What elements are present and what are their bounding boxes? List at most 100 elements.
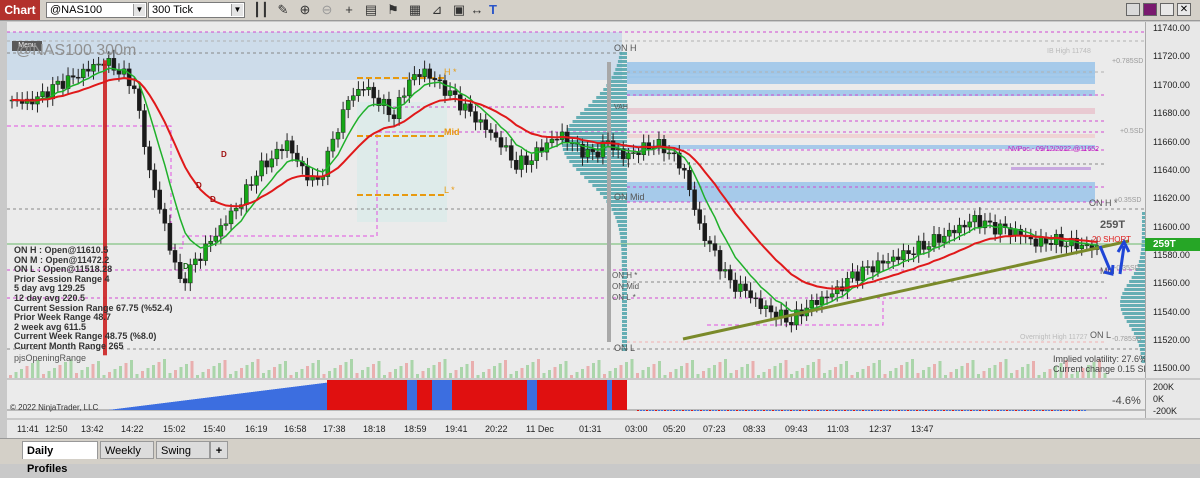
delta-bar [319,384,321,411]
delta-bar [769,410,771,411]
delta-bar [1066,410,1068,411]
tab-swing[interactable]: Swing [156,441,210,459]
zoom-in-icon[interactable]: ⊕ [297,2,313,18]
volume-bar [625,362,628,378]
volume-profile-bar [1127,284,1145,287]
candle-body [723,270,727,272]
delta-indicator-panel[interactable] [7,380,1145,418]
close-icon[interactable]: ✕ [1177,3,1191,16]
minimize-button[interactable] [1126,3,1140,16]
delta-bar [255,392,257,411]
chevron-down-icon[interactable]: ▼ [231,4,243,16]
candle-body [703,223,707,240]
delta-bar [237,394,239,410]
price-chart[interactable] [7,22,1145,378]
candle-body [932,234,936,246]
delta-bar [227,395,229,410]
price-chart-canvas[interactable] [7,22,1145,378]
delta-bar [537,380,607,410]
delta-bar [658,410,660,411]
delta-bar [847,410,849,411]
candle-body [937,234,941,242]
candle-body [468,104,472,112]
volume-bar [1021,367,1024,378]
candle-body [667,153,671,154]
volume-bar [202,372,205,378]
delta-bar [934,410,936,411]
grid-icon[interactable]: ▣ [451,2,467,18]
strategy-icon[interactable]: ⚑ [385,2,401,18]
interval-selector[interactable]: 300 Tick ▼ [148,2,245,18]
candle-body [209,241,213,244]
delta-bar [259,391,261,410]
candle-body [794,310,798,325]
candle-body [642,143,646,155]
delta-bar [171,402,173,410]
delta-bar [183,401,185,411]
chevron-down-icon[interactable]: ▼ [133,4,145,16]
delta-bar [145,405,147,410]
candle-body [718,250,722,271]
volume-bar [471,361,474,378]
time-tick: 16:19 [245,424,268,434]
volume-profile-bar [580,172,627,175]
candle-body [198,259,202,261]
add-tab-button[interactable]: + [210,441,228,459]
delta-bar [883,410,885,411]
data-box-icon[interactable]: ▦ [407,2,423,18]
volume-bar [449,373,452,378]
drawing-icon[interactable]: ⊿ [429,2,445,18]
delta-bar [417,380,432,410]
delta-bar [201,398,203,410]
candle-body [41,92,45,97]
arrow-icon[interactable]: ↔ [469,2,485,18]
volume-profile-bar [1122,312,1145,315]
time-axis[interactable]: 11:4112:5013:4214:2215:0215:4016:1916:58… [7,420,1200,438]
pencil-icon[interactable]: ✎ [275,2,291,18]
price-axis[interactable]: 11740.0011720.0011700.0011680.0011660.00… [1145,22,1200,378]
candle-body [270,159,274,167]
bars-icon[interactable]: ┃┃ [253,2,269,18]
tab-daily-profiles[interactable]: Daily Profiles [22,441,98,459]
properties-icon[interactable]: ▤ [363,2,379,18]
candle-body [866,267,870,268]
maximize-button[interactable] [1160,3,1174,16]
text-icon[interactable]: T [485,2,501,18]
volume-profile-bar [596,188,627,191]
delta-bar [820,410,822,411]
volume-bar [207,369,210,378]
session-stats-panel: ON H : Open@11610.5ON M : Open@11472.2ON… [14,246,173,352]
volume-bar [191,361,194,378]
candle-body [891,257,895,262]
volume-bar [1043,372,1046,378]
volume-bar [75,373,78,378]
volume-profile-bar [573,120,627,123]
candle-body [611,141,615,150]
delta-bar [994,410,996,411]
zoom-out-icon[interactable]: ⊖ [319,2,335,18]
volume-bar [251,362,254,378]
delta-bar [985,410,987,411]
volume-bar [103,375,106,378]
volume-profile-bar [1120,304,1145,307]
time-tick: 13:42 [81,424,104,434]
candle-body [367,87,371,90]
delta-bar [784,410,786,411]
volume-profile-bar [620,236,627,239]
tab-weekly[interactable]: Weekly [100,441,154,459]
candle-body [249,185,253,186]
volume-bar [521,368,524,378]
candle-body [845,278,849,291]
time-tick: 08:33 [743,424,766,434]
delta-bar [263,391,265,411]
delta-bar [185,400,187,410]
instrument-selector[interactable]: @NAS100 ▼ [46,2,147,18]
delta-bar [958,410,960,411]
delta-bar [207,398,209,411]
link-button[interactable] [1143,3,1157,16]
volume-bar [658,361,661,378]
crosshair-icon[interactable]: + [341,2,357,18]
candle-body [336,132,340,139]
volume-bar [543,373,546,378]
sd-plus-785-label: +0.785SD [1112,58,1143,65]
